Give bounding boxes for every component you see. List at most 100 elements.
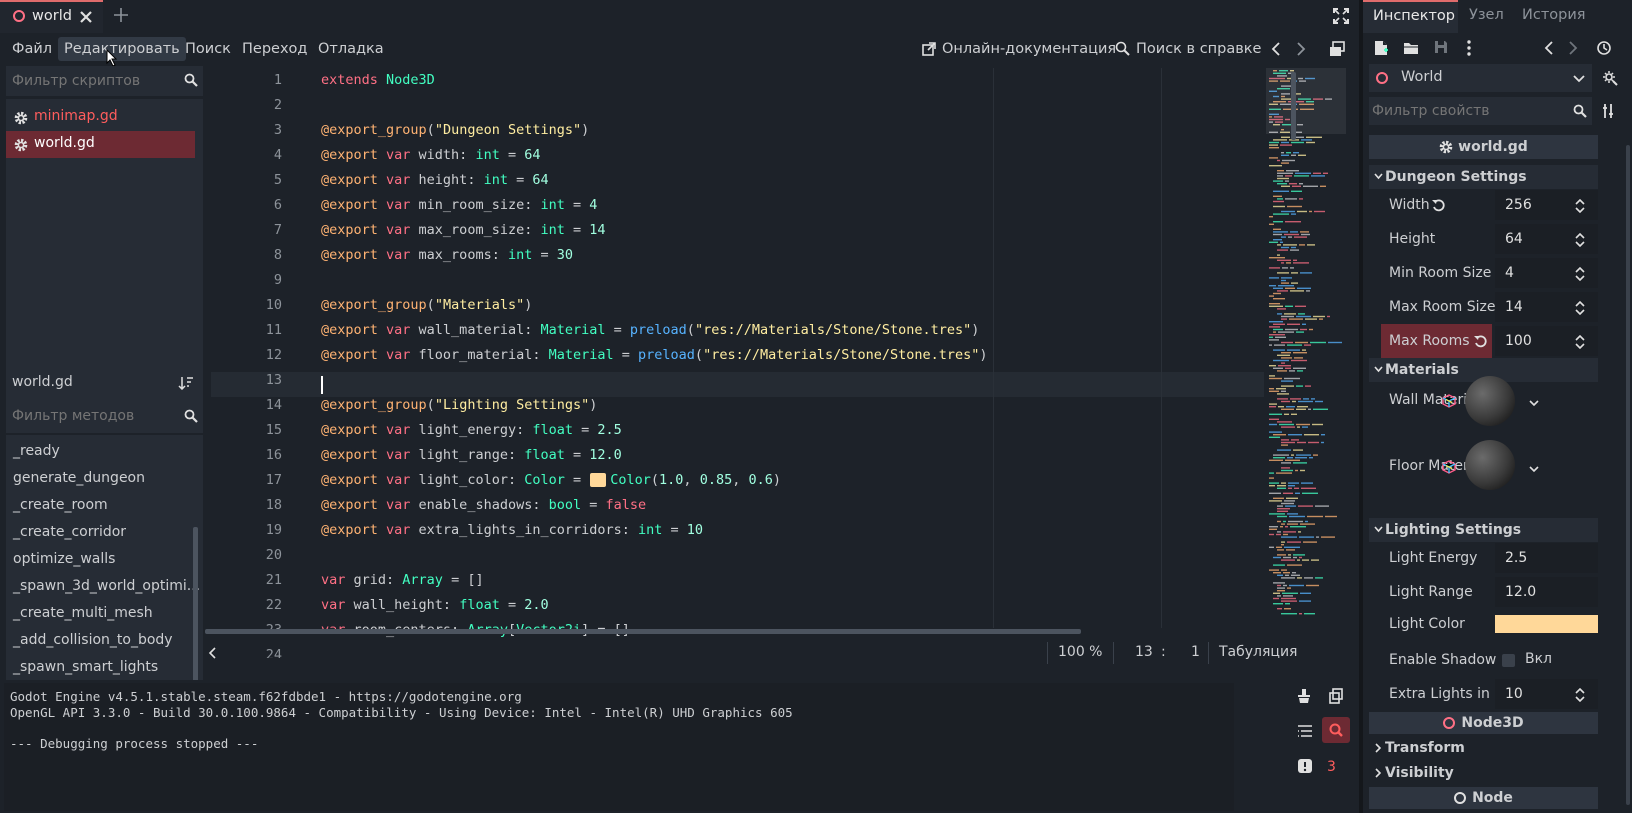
method-item[interactable]: _create_room [13,497,108,513]
light-range-field[interactable]: 12.0 [1495,577,1598,607]
clear-output-icon[interactable] [1297,688,1311,704]
make-floating-icon[interactable] [1329,41,1345,57]
menu-debug[interactable]: Отладка [312,37,390,61]
spinner-arrows-icon[interactable] [1575,233,1585,247]
minimap-stroke [1285,526,1288,528]
chevron-down-icon[interactable] [1529,400,1539,407]
output-log[interactable]: Godot Engine v4.5.1.stable.steam.f62fdbd… [4,683,1234,811]
prev-object-icon[interactable] [1544,41,1554,55]
object-selector[interactable]: World [1369,64,1592,92]
toggle-scripts-panel-icon[interactable] [208,647,216,659]
method-item[interactable]: _spawn_smart_lights [13,659,158,675]
code-editor[interactable]: 1 extends Node3D 2 3 @export_group("Dungeon … [205,68,1358,662]
next-object-icon[interactable] [1568,41,1578,55]
shadows-checkbox[interactable] [1502,654,1515,667]
copy-output-icon[interactable] [1329,688,1343,704]
floor-material-preview[interactable] [1465,440,1515,490]
scene-tab-world[interactable]: world [0,0,103,33]
revert-icon[interactable] [1432,199,1445,212]
code-token: = [581,497,606,513]
minimap-stroke [1284,546,1300,548]
method-item[interactable]: _spawn_3d_world_optimi... [13,578,200,594]
method-item[interactable]: _ready [13,443,60,459]
group-transform[interactable]: Transform [1369,736,1598,760]
color-swatch[interactable] [590,473,607,487]
chevron-down-icon[interactable] [1529,466,1539,473]
menu-edit[interactable]: Редактировать [58,37,186,61]
inspector-scrollbar[interactable] [1626,145,1630,805]
code-token: @export [321,422,387,438]
script-filter-input[interactable] [6,66,176,96]
history-forward-icon[interactable] [1296,42,1306,56]
group-visibility[interactable]: Visibility [1369,761,1598,785]
spinner-arrows-icon[interactable] [1575,688,1585,702]
tab-history[interactable]: История [1522,7,1586,23]
indent-mode[interactable]: Табуляция [1219,644,1297,660]
minimap-stroke [1277,515,1287,518]
method-item[interactable]: _create_corridor [13,524,126,540]
minimap-stroke [1287,344,1302,346]
wall-material-preview[interactable] [1465,376,1515,426]
close-icon[interactable] [79,10,93,24]
open-folder-icon[interactable] [1403,41,1419,55]
online-docs-button[interactable]: Онлайн-документация [922,37,1116,61]
search-help-button[interactable]: Поиск в справке [1115,37,1261,61]
method-item[interactable]: generate_dungeon [13,470,145,486]
method-item[interactable]: _add_collision_to_body [13,632,173,648]
horizontal-scrollbar[interactable] [205,629,1081,634]
spinner-arrows-icon[interactable] [1575,335,1585,349]
section-dungeon[interactable]: Dungeon Settings [1369,165,1598,189]
spinner-arrows-icon[interactable] [1575,199,1585,213]
method-filter[interactable] [6,401,203,431]
script-filter[interactable] [6,66,203,96]
revert-icon[interactable] [1474,335,1487,348]
vertical-scrollbar[interactable] [1291,72,1296,140]
spinner-arrows-icon[interactable] [1575,267,1585,281]
code-token: ) [524,297,533,313]
property-filter[interactable] [1369,97,1592,125]
tab-node[interactable]: Узел [1469,7,1504,23]
minimap-stroke [1269,257,1285,259]
minimap-stroke [1276,472,1292,474]
light-color-swatch[interactable] [1495,615,1598,633]
more-options-icon[interactable] [1467,40,1471,56]
distraction-free-icon[interactable] [1333,8,1349,24]
method-item[interactable]: _create_multi_mesh [13,605,153,621]
spinner-arrows-icon[interactable] [1575,301,1585,315]
error-icon[interactable] [1298,759,1312,773]
object-properties-icon[interactable] [1602,70,1618,86]
save-icon[interactable] [1434,40,1448,54]
method-item[interactable]: optimize_walls [13,551,115,567]
menu-file[interactable]: Файл [6,37,58,61]
minimap-stroke [1307,244,1315,246]
minimap-stroke [1283,533,1288,536]
minimap-stroke [1273,603,1283,605]
collapse-output-icon[interactable] [1297,724,1313,738]
add-tab-icon[interactable] [113,7,129,23]
method-list-scrollbar[interactable] [193,527,198,698]
new-resource-icon[interactable] [1374,40,1388,56]
code-token: ) [979,347,988,363]
code-token: float [459,597,500,613]
output-filter-icon[interactable] [1322,717,1350,743]
code-token: Material [540,322,606,338]
minimap[interactable] [1266,68,1346,624]
sort-icon[interactable] [178,376,194,390]
tool-icon[interactable] [1602,103,1618,119]
zoom-level[interactable]: 100 % [1058,644,1102,660]
minimap-stroke [1269,500,1282,502]
tab-inspector[interactable]: Инспектор [1363,0,1458,33]
menu-goto[interactable]: Переход [236,37,313,61]
object-history-icon[interactable] [1596,40,1612,56]
line-length-guideline [993,68,994,628]
menu-search[interactable]: Поиск [179,37,237,61]
list-item-selected[interactable]: world.gd [6,131,195,158]
section-lighting[interactable]: Lighting Settings [1369,518,1598,542]
history-back-icon[interactable] [1271,42,1281,56]
minimap-stroke [1281,152,1284,154]
method-filter-input[interactable] [6,401,176,431]
light-energy-field[interactable]: 2.5 [1495,543,1598,573]
line-number: 4 [273,147,282,163]
property-filter-input[interactable] [1369,97,1564,125]
list-item[interactable]: minimap.gd [6,104,203,131]
